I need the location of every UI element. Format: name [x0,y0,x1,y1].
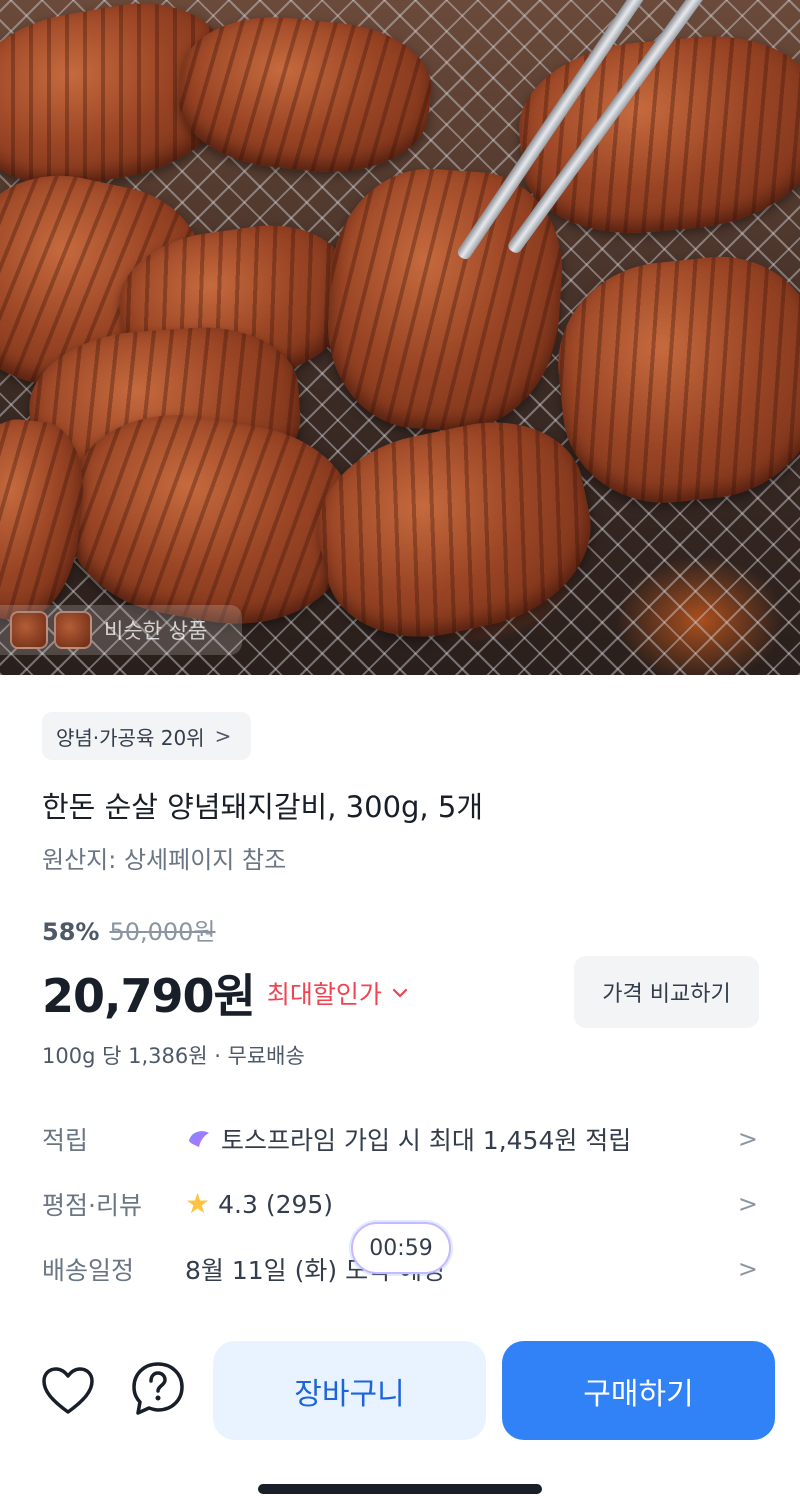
similar-thumb [54,611,92,649]
points-value: 토스프라임 가입 시 최대 1,454원 적립 [221,1126,632,1155]
add-to-cart-button[interactable]: 장바구니 [213,1341,486,1440]
buy-now-button[interactable]: 구매하기 [502,1341,775,1440]
product-title: 한돈 순살 양념돼지갈비, 300g, 5개 [42,790,484,824]
discount-rate: 58% [42,918,100,946]
delivery-value-wrap: 8월 11일 (화) 도착 예정 [185,1251,738,1287]
rating-value-wrap: ★ 4.3 (295) [185,1190,738,1219]
chevron-right-icon: > [737,1255,758,1283]
discount-row: 58% 50,000원 [42,912,216,947]
star-icon: ★ [185,1187,211,1220]
category-rank-chip[interactable]: 양념·가공육 20위 > [42,712,252,760]
chevron-right-icon: > [737,1190,758,1218]
rating-value: 4.3 (295) [218,1189,334,1219]
rating-label: 평점·리뷰 [42,1191,142,1220]
chevron-right-icon: > [214,724,232,748]
sale-price: 20,790원 [42,969,256,1023]
heart-icon [42,1367,94,1414]
product-image[interactable]: 비슷한 상품 [0,0,800,675]
category-rank-label: 양념·가공육 20위 [56,725,205,750]
original-price: 50,000원 [109,918,216,946]
unit-price-shipping: 100g 당 1,386원 · 무료배송 [42,1044,305,1068]
inquiry-button[interactable] [128,1359,188,1419]
chevron-right-icon: > [737,1125,758,1153]
delivery-label: 배송일정 [42,1256,135,1285]
max-discount-toggle[interactable]: 최대할인가 [267,975,408,1011]
points-value-wrap: 토스프라임 가입 시 최대 1,454원 적립 [185,1121,738,1157]
wishlist-button[interactable] [38,1361,98,1421]
toss-prime-icon [189,1131,209,1147]
similar-products-button[interactable]: 비슷한 상품 [0,605,242,655]
timer-badge: 00:59 [351,1222,451,1274]
max-discount-label: 최대할인가 [266,980,382,1009]
home-indicator [258,1484,542,1494]
compare-price-button[interactable]: 가격 비교하기 [574,956,759,1028]
points-label: 적립 [42,1126,89,1155]
question-chat-icon [132,1362,184,1415]
chevron-down-icon [392,988,407,998]
similar-products-label: 비슷한 상품 [104,619,208,643]
points-row[interactable]: 적립 토스프라임 가입 시 최대 1,454원 적립 > [42,1114,758,1164]
similar-thumb [10,611,48,649]
price-row: 20,790원 최대할인가 [42,960,408,1026]
product-origin: 원산지: 상세페이지 참조 [42,846,287,874]
